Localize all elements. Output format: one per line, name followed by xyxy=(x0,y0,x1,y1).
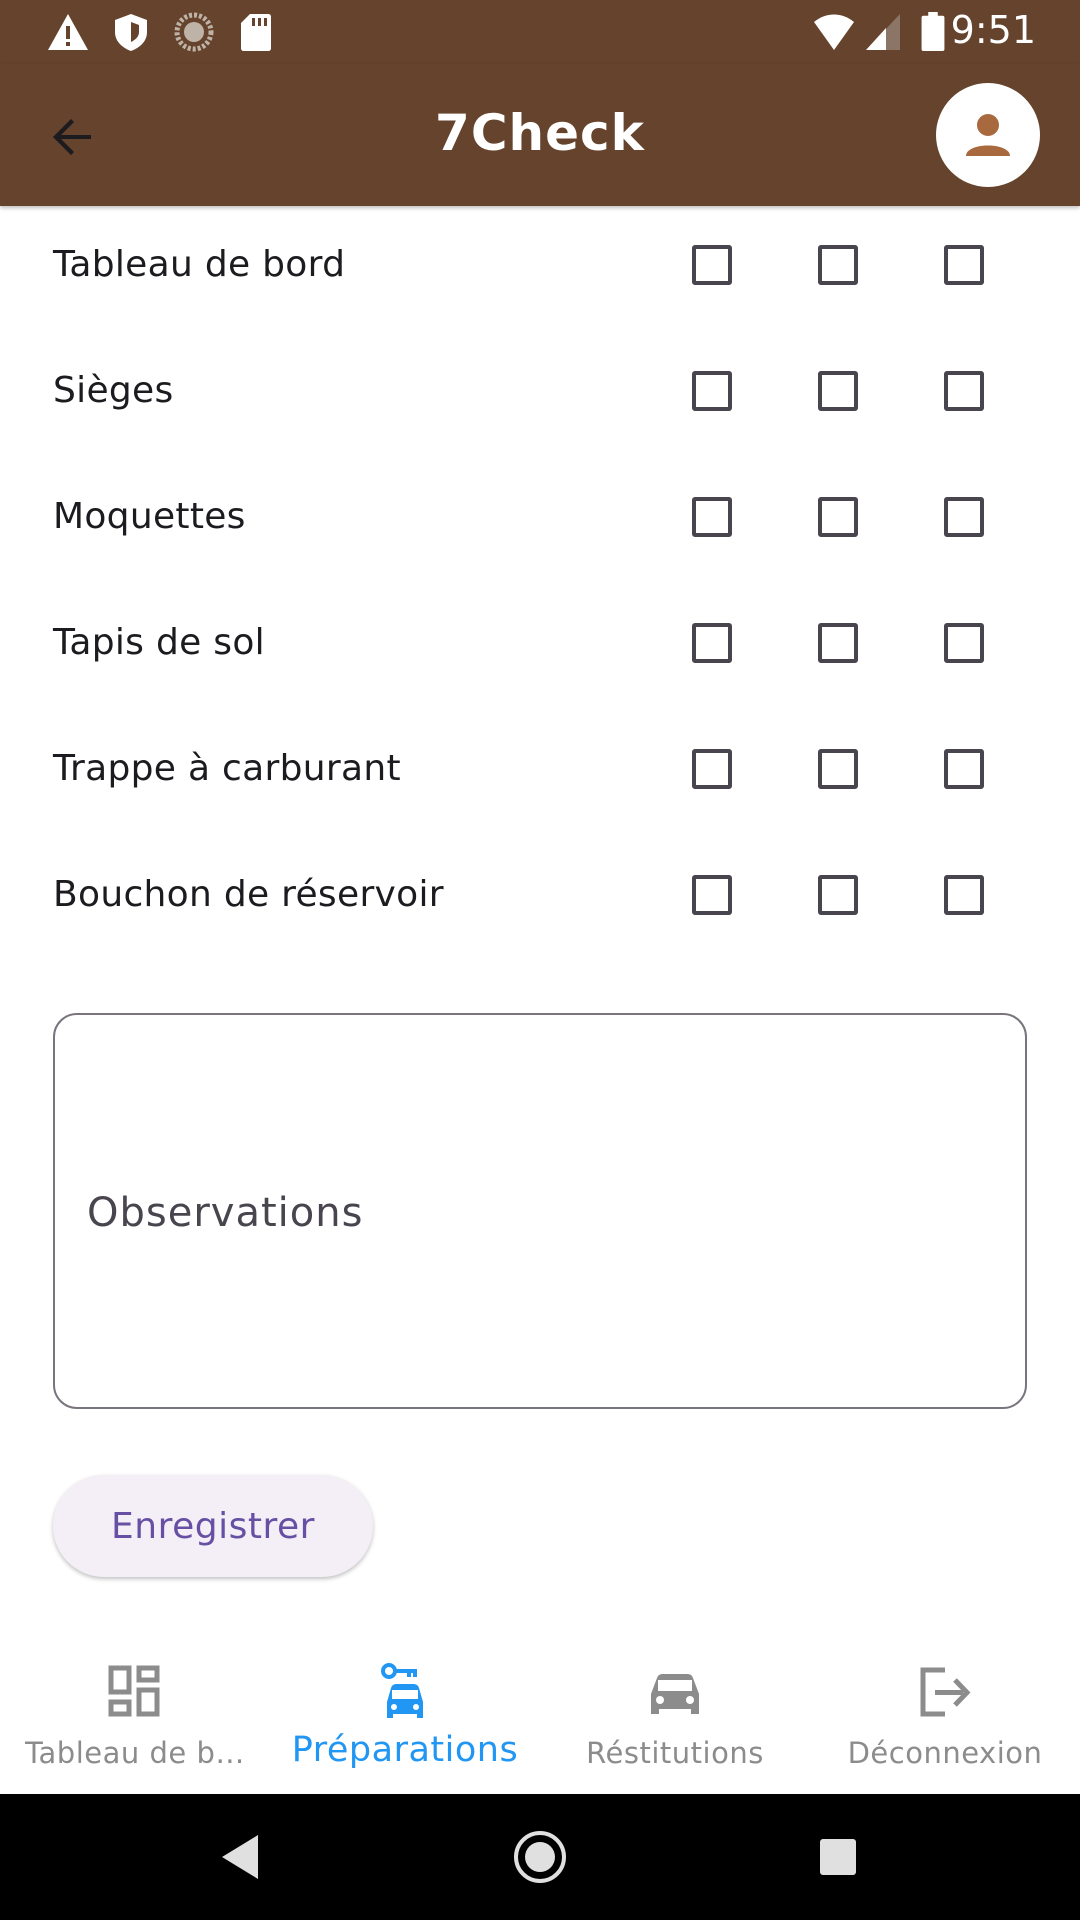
checklist-row-label: Tapis de sol xyxy=(53,622,265,663)
nav-item-restitutions[interactable]: Réstitutions xyxy=(540,1640,810,1794)
signal-icon xyxy=(866,14,900,50)
back-triangle-icon[interactable] xyxy=(214,1829,270,1885)
checkbox-1[interactable] xyxy=(692,371,732,411)
checkbox-2[interactable] xyxy=(818,749,858,789)
recents-square-icon[interactable] xyxy=(810,1829,866,1885)
checkbox-1[interactable] xyxy=(692,623,732,663)
checkbox-3[interactable] xyxy=(944,245,984,285)
checklist-row: Trappe à carburant xyxy=(0,706,1080,832)
nav-item-dashboard[interactable]: Tableau de b… xyxy=(0,1640,270,1794)
checklist-row: Sièges xyxy=(0,328,1080,454)
nav-label-restitutions: Réstitutions xyxy=(586,1736,764,1770)
battery-icon xyxy=(921,12,945,52)
system-navigation-bar xyxy=(0,1794,1080,1920)
warning-icon xyxy=(48,14,88,50)
dashboard-icon xyxy=(108,1665,160,1717)
checklist-row: Tapis de sol xyxy=(0,580,1080,706)
account-button[interactable] xyxy=(936,83,1040,187)
checklist-row-label: Bouchon de réservoir xyxy=(53,874,444,915)
nav-label-logout: Déconnexion xyxy=(847,1736,1043,1770)
bottom-navigation: Tableau de b… Préparations Réstitutions xyxy=(0,1640,1080,1794)
checkbox-1[interactable] xyxy=(692,245,732,285)
checkbox-2[interactable] xyxy=(818,245,858,285)
save-button[interactable]: Enregistrer xyxy=(53,1475,373,1577)
logout-icon xyxy=(920,1667,971,1717)
checklist-row-label: Sièges xyxy=(53,370,174,411)
checkbox-2[interactable] xyxy=(818,623,858,663)
checkbox-3[interactable] xyxy=(944,371,984,411)
checklist-row-label: Trappe à carburant xyxy=(53,748,401,789)
observations-field[interactable]: Observations xyxy=(53,1013,1027,1409)
app-title: 7Check xyxy=(435,104,645,162)
checkbox-3[interactable] xyxy=(944,623,984,663)
checkbox-3[interactable] xyxy=(944,875,984,915)
car-key-icon xyxy=(381,1663,423,1718)
checklist-row-label: Moquettes xyxy=(53,496,246,537)
checklist-row: Bouchon de réservoir xyxy=(0,832,1080,958)
checkbox-1[interactable] xyxy=(692,497,732,537)
checkbox-2[interactable] xyxy=(818,371,858,411)
nav-label-dashboard: Tableau de b… xyxy=(25,1736,245,1770)
checkbox-3[interactable] xyxy=(944,497,984,537)
nav-label-preparations: Préparations xyxy=(291,1730,519,1770)
account-icon xyxy=(966,114,1010,156)
checkbox-2[interactable] xyxy=(818,875,858,915)
sd-card-icon xyxy=(241,14,271,51)
observations-label: Observations xyxy=(87,1190,364,1236)
app-bar: 7Check xyxy=(0,64,1080,206)
sync-icon xyxy=(174,12,214,52)
checkbox-2[interactable] xyxy=(818,497,858,537)
clock-time: 9:51 xyxy=(950,8,1036,52)
wifi-icon xyxy=(814,14,854,50)
nav-item-preparations[interactable]: Préparations xyxy=(270,1640,540,1794)
car-icon xyxy=(651,1674,699,1714)
home-circle-icon[interactable] xyxy=(512,1829,568,1885)
checklist-row: Tableau de bord xyxy=(0,202,1080,328)
checklist-row: Moquettes xyxy=(0,454,1080,580)
checklist-row-label: Tableau de bord xyxy=(53,244,346,285)
shield-icon xyxy=(115,14,147,51)
checkbox-3[interactable] xyxy=(944,749,984,789)
checkbox-1[interactable] xyxy=(692,875,732,915)
checkbox-1[interactable] xyxy=(692,749,732,789)
status-bar: 9:51 xyxy=(0,0,1080,64)
nav-item-logout[interactable]: Déconnexion xyxy=(810,1640,1080,1794)
